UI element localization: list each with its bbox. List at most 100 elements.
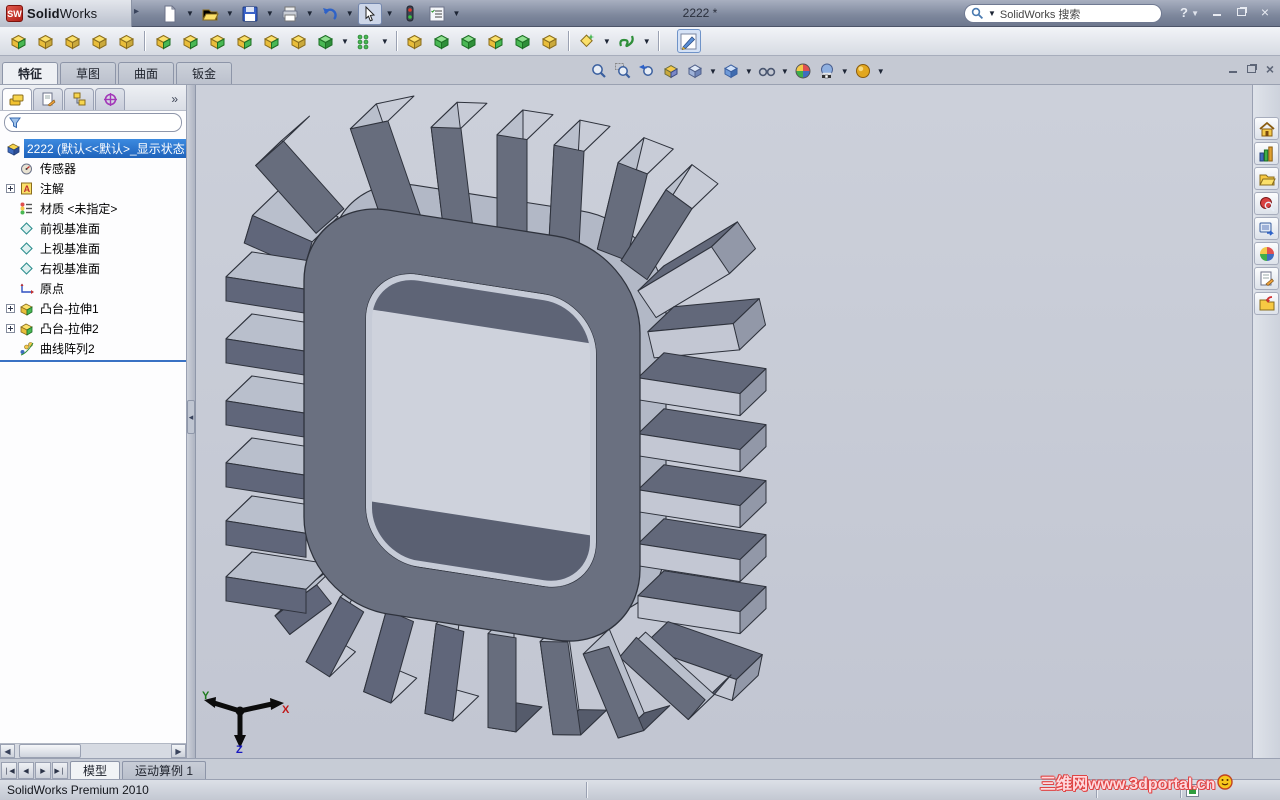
open-document-button[interactable] <box>198 3 222 25</box>
tab-model[interactable]: 模型 <box>70 761 121 779</box>
search-box[interactable]: ▼ SolidWorks 搜索 <box>964 4 1162 23</box>
tree-item-pattern-10[interactable]: 曲线阵列2 <box>0 338 186 358</box>
doc-close-button[interactable]: × <box>1266 62 1274 76</box>
view-orientation-button[interactable] <box>684 60 706 82</box>
save-button[interactable] <box>238 3 262 25</box>
mirror-button[interactable] <box>538 29 562 53</box>
view-orientation-caret-icon[interactable]: ▼ <box>709 67 717 76</box>
tab-motion-study-1[interactable]: 运动算例 1 <box>122 761 207 779</box>
swept-cut-button[interactable] <box>232 29 256 53</box>
zoom-to-area-button[interactable] <box>612 60 634 82</box>
rebuild-button[interactable] <box>398 3 422 25</box>
linear-pattern-button[interactable] <box>353 29 377 53</box>
rollback-bar[interactable] <box>0 360 186 363</box>
curves-button[interactable] <box>615 29 639 53</box>
task-pane-file-explorer-button[interactable] <box>1254 167 1279 190</box>
new-document-caret-icon[interactable]: ▼ <box>186 9 194 18</box>
tree-item-sensors-1[interactable]: 传感器 <box>0 158 186 178</box>
tree-filter-input[interactable] <box>4 113 182 132</box>
apply-scene-button[interactable] <box>816 60 838 82</box>
hide-show-items-caret-icon[interactable]: ▼ <box>781 67 789 76</box>
tab-nav-previous-button[interactable]: ◀ <box>18 762 34 779</box>
extruded-cut-button[interactable] <box>151 29 175 53</box>
search-placeholder[interactable]: SolidWorks 搜索 <box>1000 6 1080 22</box>
lofted-boss-button[interactable] <box>114 29 138 53</box>
command-tab-草图[interactable]: 草图 <box>60 62 117 84</box>
tab-nav-first-button[interactable]: ❘◀ <box>1 762 17 779</box>
extruded-boss-button[interactable] <box>6 29 30 53</box>
task-pane-design-library-button[interactable] <box>1254 142 1279 165</box>
help-button[interactable]: ? <box>1180 5 1188 20</box>
shell-button[interactable] <box>457 29 481 53</box>
panel-collapse-handle[interactable]: ◂ <box>187 400 195 434</box>
tree-item-extrude-8[interactable]: 凸台-拉伸1 <box>0 298 186 318</box>
rib-button[interactable] <box>403 29 427 53</box>
lofted-cut-button[interactable] <box>259 29 283 53</box>
undo-button[interactable] <box>318 3 342 25</box>
revolved-cut-button[interactable] <box>205 29 229 53</box>
tab-configurationmanager[interactable] <box>64 88 94 110</box>
dome-button[interactable] <box>511 29 535 53</box>
command-tab-曲面[interactable]: 曲面 <box>118 62 175 84</box>
tree-item-plane-4[interactable]: 前视基准面 <box>0 218 186 238</box>
tab-featuremanager-design-tree[interactable] <box>2 88 32 110</box>
view-settings-button[interactable] <box>852 60 874 82</box>
tree-item-extrude-9[interactable]: 凸台-拉伸2 <box>0 318 186 338</box>
task-pane-document-recovery-button[interactable] <box>1254 292 1279 315</box>
tree-item-origin-7[interactable]: 原点 <box>0 278 186 298</box>
swept-boss-button[interactable] <box>87 29 111 53</box>
doc-restore-button[interactable] <box>1246 63 1256 75</box>
minimize-button[interactable] <box>1208 5 1226 20</box>
linear-pattern-caret-icon[interactable]: ▼ <box>381 37 389 46</box>
tab-nav-last-button[interactable]: ▶❘ <box>52 762 68 779</box>
print-button[interactable] <box>278 3 302 25</box>
expand-box-icon[interactable] <box>6 303 15 313</box>
view-settings-caret-icon[interactable]: ▼ <box>877 67 885 76</box>
undo-caret-icon[interactable]: ▼ <box>346 9 354 18</box>
select-caret-icon[interactable]: ▼ <box>386 9 394 18</box>
expand-box-icon[interactable] <box>6 183 15 193</box>
sketch-button[interactable] <box>676 29 701 53</box>
hole-wizard-button[interactable] <box>178 29 202 53</box>
tab-dimxpertmanager[interactable] <box>95 88 125 110</box>
task-pane-solidworks-search-button[interactable] <box>1254 192 1279 215</box>
select-button[interactable] <box>357 2 382 25</box>
new-document-button[interactable] <box>158 3 182 25</box>
graphics-viewport[interactable]: Y X Z <box>196 85 1252 758</box>
restore-button[interactable] <box>1232 5 1250 20</box>
hinge-button[interactable] <box>33 29 57 53</box>
previous-view-button[interactable] <box>636 60 658 82</box>
display-style-caret-icon[interactable]: ▼ <box>745 67 753 76</box>
section-view-button[interactable] <box>660 60 682 82</box>
reference-geometry-button[interactable] <box>575 29 599 53</box>
options-caret-icon[interactable]: ▼ <box>453 9 461 18</box>
command-tab-特征[interactable]: 特征 <box>2 62 59 84</box>
draft-button[interactable] <box>430 29 454 53</box>
tree-horizontal-scrollbar[interactable]: ◀ ▶ <box>0 743 186 758</box>
hide-show-items-button[interactable] <box>756 60 778 82</box>
zoom-to-fit-button[interactable] <box>588 60 610 82</box>
task-pane-view-palette-button[interactable] <box>1254 217 1279 240</box>
reference-geometry-caret-icon[interactable]: ▼ <box>603 37 611 46</box>
options-button[interactable] <box>425 3 449 25</box>
search-scope-caret-icon[interactable]: ▼ <box>988 9 996 18</box>
help-caret-icon[interactable]: ▼ <box>1191 9 1199 18</box>
boundary-boss-button[interactable] <box>286 29 310 53</box>
wrap-button[interactable] <box>484 29 508 53</box>
task-pane-custom-properties-button[interactable] <box>1254 267 1279 290</box>
curves-caret-icon[interactable]: ▼ <box>643 37 651 46</box>
task-pane-appearances-scenes-button[interactable] <box>1254 242 1279 265</box>
edit-appearance-button[interactable] <box>792 60 814 82</box>
expand-box-icon[interactable] <box>6 323 15 333</box>
display-style-button[interactable] <box>720 60 742 82</box>
close-button[interactable]: × <box>1256 5 1274 20</box>
save-caret-icon[interactable]: ▼ <box>266 9 274 18</box>
command-tab-钣金[interactable]: 钣金 <box>176 62 233 84</box>
apply-scene-caret-icon[interactable]: ▼ <box>841 67 849 76</box>
tree-item-part-2222[interactable]: 2222 (默认<<默认>_显示状态 <box>0 138 186 158</box>
tree-item-plane-6[interactable]: 右视基准面 <box>0 258 186 278</box>
open-document-caret-icon[interactable]: ▼ <box>226 9 234 18</box>
fillet-button[interactable] <box>313 29 337 53</box>
scroll-right-button[interactable]: ▶ <box>171 744 186 758</box>
revolved-boss-button[interactable] <box>60 29 84 53</box>
